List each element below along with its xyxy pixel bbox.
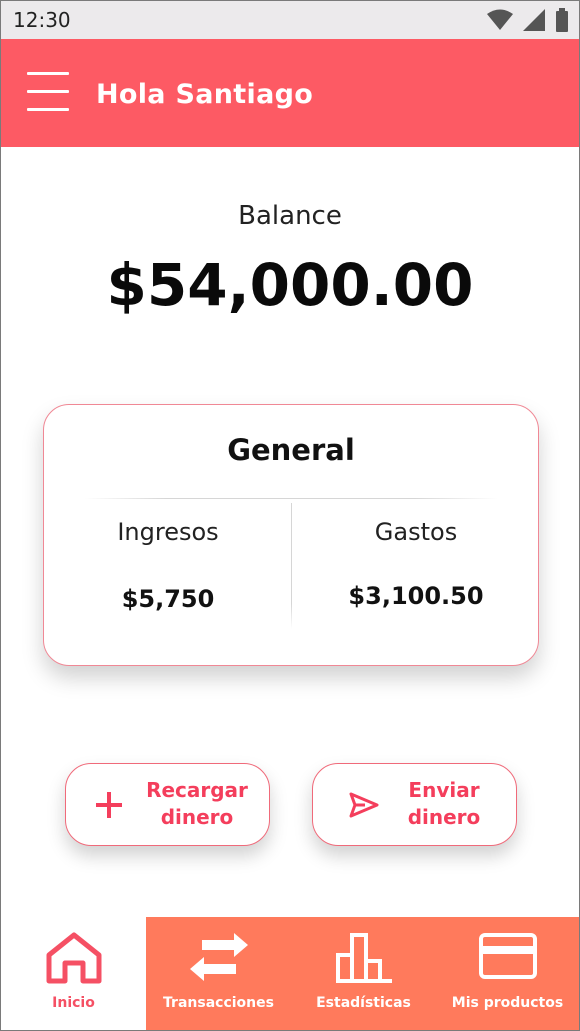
send-label-line1: Enviar — [408, 778, 480, 802]
income-label: Ingresos — [117, 518, 219, 546]
app-screen: 12:30 Hola Santiago Balance $54,000.00 G… — [0, 0, 580, 1031]
recharge-label-line2: dinero — [160, 805, 234, 829]
signal-icon — [523, 9, 545, 31]
status-icons — [487, 8, 569, 32]
recharge-money-button[interactable]: Recargar dinero — [65, 763, 270, 846]
expenses-label: Gastos — [374, 518, 458, 546]
card-title: General — [227, 433, 355, 467]
menu-icon-line — [27, 108, 69, 111]
card-divider-horizontal — [84, 498, 498, 499]
send-icon — [349, 792, 379, 818]
send-money-button[interactable]: Enviar dinero — [312, 763, 517, 846]
status-bar: 12:30 — [1, 1, 579, 39]
income-value: $5,750 — [121, 585, 215, 613]
recharge-money-label: Recargar dinero — [134, 777, 260, 831]
balance-amount: $54,000.00 — [106, 251, 474, 319]
home-icon — [46, 932, 101, 984]
plus-icon — [96, 792, 122, 818]
nav-item-mis-productos[interactable]: Mis productos — [436, 917, 579, 1030]
nav-label-mis-productos: Mis productos — [451, 995, 564, 1011]
nav-item-inicio[interactable]: Inicio — [1, 917, 146, 1030]
swap-arrows-icon — [189, 933, 248, 981]
bar-chart-icon — [335, 933, 392, 983]
menu-icon-line — [27, 72, 69, 75]
bottom-navigation: Inicio Transacciones Estadísticas Mis pr… — [1, 917, 579, 1030]
credit-card-icon — [478, 933, 537, 979]
battery-icon — [556, 8, 568, 32]
send-label-line2: dinero — [407, 805, 481, 829]
summary-card: General Ingresos $5,750 Gastos $3,100.50 — [43, 404, 539, 666]
status-time: 12:30 — [13, 8, 71, 32]
menu-icon-line — [27, 90, 69, 93]
recharge-label-line1: Recargar — [146, 778, 248, 802]
nav-label-estadisticas: Estadísticas — [316, 995, 411, 1011]
greeting-title: Hola Santiago — [96, 79, 314, 110]
nav-label-inicio: Inicio — [52, 995, 95, 1011]
app-bar: Hola Santiago — [1, 39, 579, 147]
wifi-icon — [487, 9, 513, 30]
nav-label-transacciones: Transacciones — [163, 995, 274, 1011]
nav-item-estadisticas[interactable]: Estadísticas — [291, 917, 436, 1030]
nav-item-transacciones[interactable]: Transacciones — [146, 917, 291, 1030]
card-divider-vertical — [291, 503, 292, 629]
send-money-label: Enviar dinero — [381, 777, 507, 831]
expenses-value: $3,100.50 — [348, 582, 484, 610]
menu-button[interactable] — [27, 72, 69, 112]
balance-label: Balance — [238, 201, 342, 231]
